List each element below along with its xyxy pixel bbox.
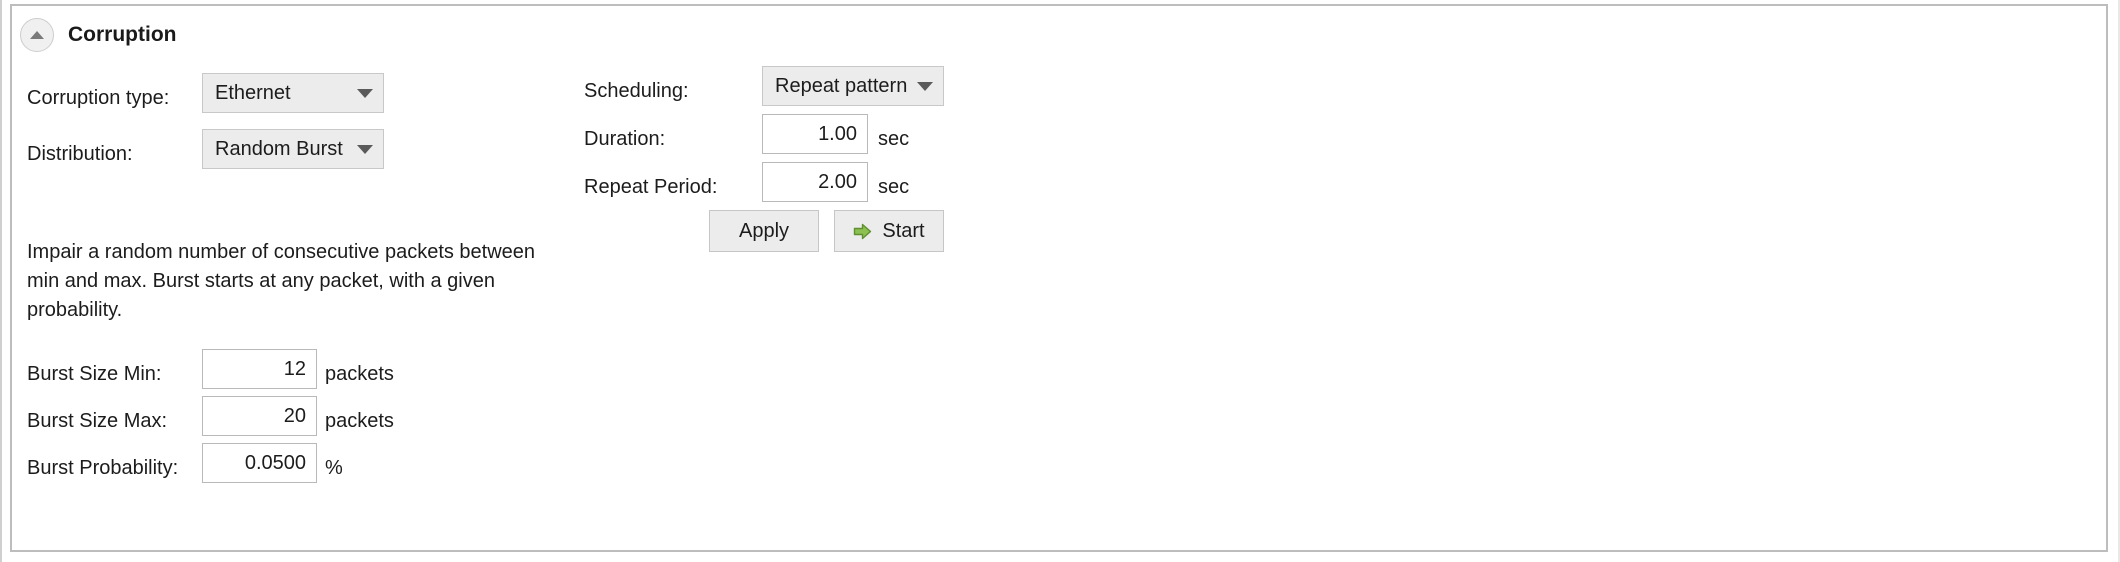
burst-size-max-input[interactable]: 20: [202, 396, 317, 436]
burst-size-max-value: 20: [283, 404, 306, 427]
corruption-type-combobox[interactable]: Ethernet: [202, 73, 384, 113]
duration-value: 1.00: [818, 122, 857, 145]
distribution-label: Distribution:: [27, 143, 133, 165]
apply-button-label: Apply: [738, 219, 790, 242]
page-title: Corruption: [68, 23, 177, 46]
scheduling-value: Repeat pattern: [775, 74, 907, 97]
burst-probability-label: Burst Probability:: [27, 457, 179, 479]
panel-header: Corruption: [20, 14, 176, 56]
burst-size-max-unit: packets: [325, 410, 394, 432]
duration-unit: sec: [878, 128, 910, 150]
repeat-period-label: Repeat Period:: [584, 176, 718, 198]
start-button[interactable]: Start: [834, 210, 944, 252]
distribution-description: Impair a random number of consecutive pa…: [27, 241, 536, 321]
burst-size-max-label: Burst Size Max:: [27, 410, 168, 432]
repeat-period-input[interactable]: 2.00: [762, 162, 868, 202]
left-edge-divider: [0, 0, 2, 562]
burst-probability-unit: %: [325, 457, 343, 479]
corruption-type-label: Corruption type:: [27, 87, 170, 109]
chevron-down-icon: [917, 81, 933, 91]
burst-size-min-label: Burst Size Min:: [27, 363, 162, 385]
start-button-label: Start: [882, 219, 925, 242]
burst-size-min-value: 12: [283, 357, 306, 380]
chevron-down-icon: [357, 88, 373, 98]
scheduling-label: Scheduling:: [584, 80, 689, 102]
duration-input[interactable]: 1.00: [762, 114, 868, 154]
apply-button[interactable]: Apply: [709, 210, 819, 252]
repeat-period-value: 2.00: [818, 170, 857, 193]
repeat-period-unit: sec: [878, 176, 910, 198]
burst-probability-input[interactable]: 0.0500: [202, 443, 317, 483]
collapse-toggle-button[interactable]: [20, 18, 54, 52]
burst-size-min-unit: packets: [325, 363, 394, 385]
green-arrow-right-icon: [853, 223, 872, 240]
corruption-panel: Corruption Corruption type: Ethernet Dis…: [10, 4, 2108, 552]
chevron-down-icon: [357, 144, 373, 154]
duration-label: Duration:: [584, 128, 666, 150]
distribution-value: Random Burst: [215, 137, 343, 160]
scheduling-combobox[interactable]: Repeat pattern: [762, 66, 944, 106]
corruption-settings-screen: Corruption Corruption type: Ethernet Dis…: [0, 0, 2120, 562]
burst-size-min-input[interactable]: 12: [202, 349, 317, 389]
burst-probability-value: 0.0500: [244, 451, 306, 474]
corruption-type-value: Ethernet: [215, 81, 291, 104]
triangle-up-icon: [30, 31, 44, 39]
distribution-combobox[interactable]: Random Burst: [202, 129, 384, 169]
